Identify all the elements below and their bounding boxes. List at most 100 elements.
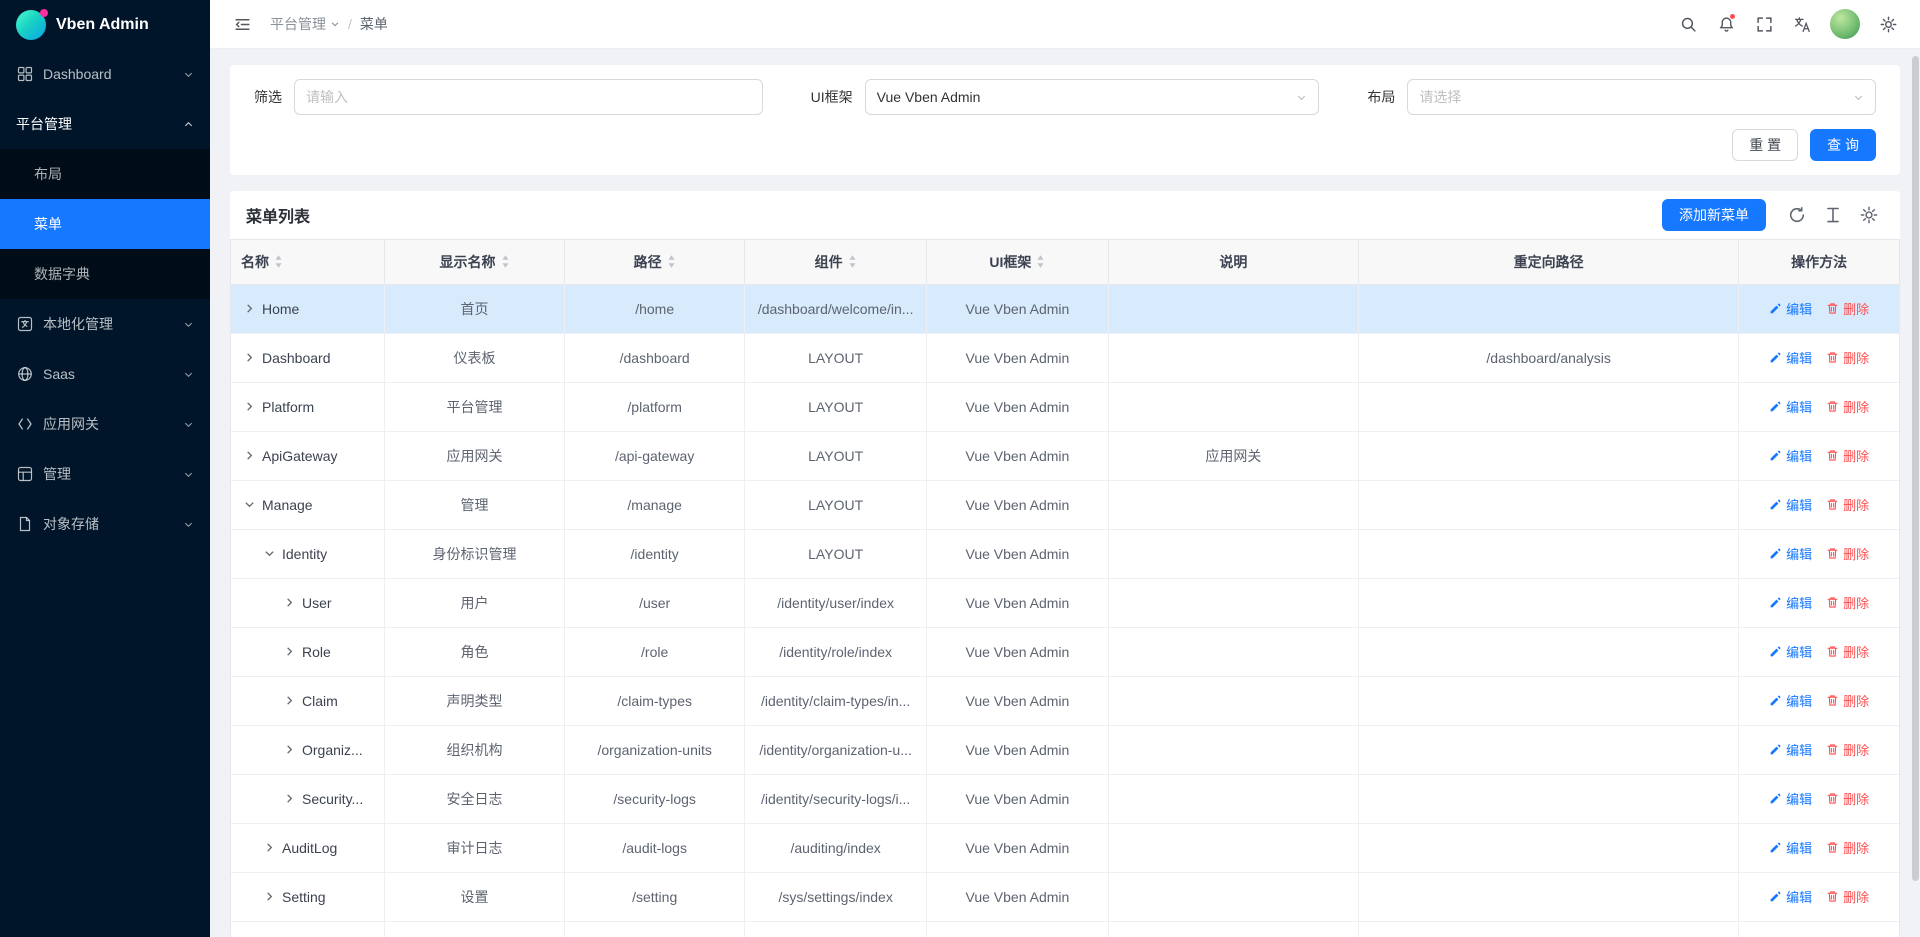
delete-button[interactable]: 删除 [1826, 740, 1869, 759]
filter-input[interactable] [294, 79, 763, 115]
fullscreen-icon[interactable] [1746, 6, 1782, 42]
sidebar-subitem-data-dictionary[interactable]: 数据字典 [0, 249, 210, 299]
delete-button[interactable]: 删除 [1826, 299, 1869, 318]
row-expander-right-icon[interactable] [244, 401, 255, 412]
sidebar-item-manage[interactable]: 管理 [0, 449, 210, 499]
query-button[interactable]: 查 询 [1810, 129, 1876, 161]
sort-carets-icon[interactable] [848, 254, 857, 269]
edit-button[interactable]: 编辑 [1769, 691, 1812, 710]
edit-button[interactable]: 编辑 [1769, 593, 1812, 612]
row-expander-right-icon[interactable] [284, 744, 295, 755]
edit-button[interactable]: 编辑 [1769, 740, 1812, 759]
row-expander-right-icon[interactable] [264, 842, 275, 853]
row-expander-right-icon[interactable] [284, 793, 295, 804]
sort-carets-icon[interactable] [1036, 254, 1045, 269]
edit-button[interactable]: 编辑 [1769, 495, 1812, 514]
delete-button[interactable]: 删除 [1826, 887, 1869, 906]
cell-actions: 编辑删除 [1739, 382, 1899, 431]
cell-description [1108, 333, 1358, 382]
translate-icon[interactable] [1784, 6, 1820, 42]
sidebar-item-app-gateway[interactable]: 应用网关 [0, 399, 210, 449]
search-icon[interactable] [1670, 6, 1706, 42]
row-expander-right-icon[interactable] [264, 891, 275, 902]
add-menu-button[interactable]: 添加新菜单 [1662, 199, 1766, 231]
edit-button[interactable]: 编辑 [1769, 642, 1812, 661]
delete-button[interactable]: 删除 [1826, 593, 1869, 612]
delete-button[interactable]: 删除 [1826, 348, 1869, 367]
edit-button[interactable]: 编辑 [1769, 397, 1812, 416]
table-row-claim: Claim声明类型/claim-types/identity/claim-typ… [231, 676, 1899, 725]
column-header-path[interactable]: 路径 [565, 240, 745, 284]
breadcrumb-parent[interactable]: 平台管理 [270, 14, 340, 34]
row-name-text: Platform [262, 399, 314, 415]
column-header-name[interactable]: 名称 [231, 240, 384, 284]
sort-carets-icon[interactable] [501, 254, 510, 269]
row-expander-right-icon[interactable] [244, 303, 255, 314]
row-expander-right-icon[interactable] [284, 695, 295, 706]
row-expander-right-icon[interactable] [244, 352, 255, 363]
row-name-text: Manage [262, 497, 313, 513]
delete-button[interactable]: 删除 [1826, 789, 1869, 808]
table-row-platform: Platform平台管理/platformLAYOUTVue Vben Admi… [231, 382, 1899, 431]
sidebar-item-object-storage[interactable]: 对象存储 [0, 499, 210, 549]
row-height-icon[interactable] [1818, 200, 1848, 230]
row-expander-right-icon[interactable] [284, 646, 295, 657]
delete-button[interactable]: 删除 [1826, 495, 1869, 514]
cell-description [1108, 529, 1358, 578]
sort-carets-icon[interactable] [274, 254, 283, 269]
column-header-display-name[interactable]: 显示名称 [384, 240, 564, 284]
edit-button[interactable]: 编辑 [1769, 838, 1812, 857]
collapse-sidebar-icon[interactable] [224, 6, 260, 42]
sort-carets-icon[interactable] [667, 254, 676, 269]
sidebar-subitem-layout[interactable]: 布局 [0, 149, 210, 199]
user-avatar[interactable] [1830, 9, 1860, 39]
column-header-ui-framework[interactable]: UI框架 [927, 240, 1109, 284]
table-title: 菜单列表 [246, 203, 310, 227]
logo[interactable]: Vben Admin [0, 0, 210, 49]
trash-icon [1826, 351, 1839, 364]
delete-button[interactable]: 删除 [1826, 544, 1869, 563]
sidebar-item-dashboard[interactable]: Dashboard [0, 49, 210, 99]
sidebar-item-saas[interactable]: Saas [0, 349, 210, 399]
sidebar-item-platform-management[interactable]: 平台管理 [0, 99, 210, 149]
column-header-component[interactable]: 组件 [745, 240, 927, 284]
edit-button[interactable]: 编辑 [1769, 446, 1812, 465]
scrollbar-thumb[interactable] [1912, 56, 1919, 881]
cell-redirect-path [1359, 284, 1739, 333]
cell-component: /dashboard/welcome/in... [745, 284, 927, 333]
edit-button[interactable]: 编辑 [1769, 544, 1812, 563]
layout-select[interactable]: 请选择 [1407, 79, 1876, 115]
row-name-text: Role [302, 644, 331, 660]
breadcrumb-current[interactable]: 菜单 [360, 14, 388, 34]
delete-button[interactable]: 删除 [1826, 691, 1869, 710]
edit-button[interactable]: 编辑 [1769, 789, 1812, 808]
refresh-icon[interactable] [1782, 200, 1812, 230]
cell-component: LAYOUT [745, 529, 927, 578]
delete-button[interactable]: 删除 [1826, 642, 1869, 661]
row-name-text: Identity [282, 546, 327, 562]
table-toolbar: 菜单列表 添加新菜单 [230, 191, 1900, 239]
filter-card: 筛选 UI框架 Vue Vben Admin 布局 请选择 [230, 65, 1900, 175]
sidebar-subitem-menu[interactable]: 菜单 [0, 199, 210, 249]
ui-framework-select[interactable]: Vue Vben Admin [865, 79, 1320, 115]
sidebar-item-label: 应用网关 [43, 414, 183, 434]
settings-gear-icon[interactable] [1870, 6, 1906, 42]
sidebar-item-localization[interactable]: 本地化管理 [0, 299, 210, 349]
edit-button[interactable]: 编辑 [1769, 887, 1812, 906]
edit-button[interactable]: 编辑 [1769, 299, 1812, 318]
row-expander-down-icon[interactable] [264, 548, 275, 559]
edit-button[interactable]: 编辑 [1769, 348, 1812, 367]
notification-bell-icon[interactable] [1708, 6, 1744, 42]
column-settings-gear-icon[interactable] [1854, 200, 1884, 230]
delete-button[interactable]: 删除 [1826, 397, 1869, 416]
localization-icon [16, 316, 33, 333]
cell-ui-framework: Vue Vben Admin [927, 529, 1109, 578]
delete-button[interactable]: 删除 [1826, 446, 1869, 465]
row-expander-right-icon[interactable] [284, 597, 295, 608]
reset-button[interactable]: 重 置 [1732, 129, 1798, 161]
row-expander-down-icon[interactable] [244, 499, 255, 510]
page-scrollbar[interactable] [1911, 50, 1920, 937]
row-expander-right-icon[interactable] [244, 450, 255, 461]
delete-button[interactable]: 删除 [1826, 838, 1869, 857]
cell-component: LAYOUT [745, 431, 927, 480]
